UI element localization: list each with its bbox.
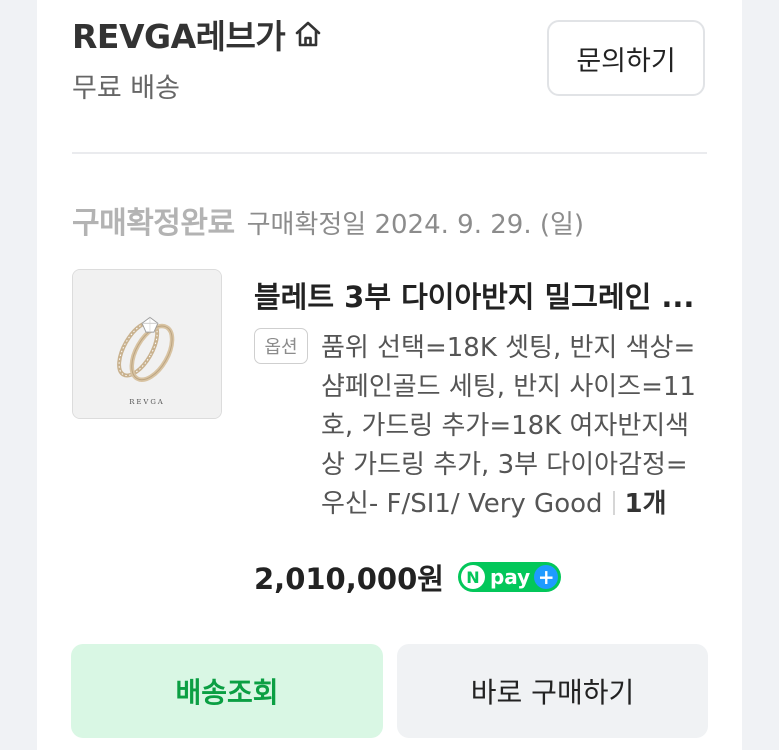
option-line: 샴페인골드 세팅, 반지 사이즈=11 bbox=[321, 372, 696, 402]
thumbnail-logo: REVGA bbox=[129, 398, 165, 406]
divider bbox=[72, 152, 707, 154]
npay-n-icon: N bbox=[460, 565, 485, 589]
buy-again-button[interactable]: 바로 구매하기 bbox=[397, 644, 708, 738]
npay-text: pay bbox=[489, 565, 531, 589]
inquiry-button[interactable]: 문의하기 bbox=[547, 20, 705, 96]
shipping-info: 무료 배송 bbox=[72, 73, 180, 104]
option-line: 상 가드링 추가, 3부 다이아감정= bbox=[321, 450, 688, 480]
order-status-row: 구매확정완료 구매확정일 2024. 9. 29. (일) bbox=[72, 198, 584, 242]
option-line: 품위 선택=18K 셋팅, 반지 색상= bbox=[321, 333, 696, 363]
npay-plus-badge: N pay + bbox=[457, 562, 562, 592]
quantity-separator bbox=[612, 491, 615, 515]
quantity: 1개 bbox=[624, 489, 667, 519]
plus-icon: + bbox=[534, 565, 559, 589]
price-row: 2,010,000원 N pay + bbox=[254, 556, 562, 598]
order-status: 구매확정완료 bbox=[72, 206, 235, 241]
confirm-date: 구매확정일 2024. 9. 29. (일) bbox=[246, 210, 585, 240]
track-delivery-button[interactable]: 배송조회 bbox=[71, 644, 383, 738]
store-header[interactable]: REVGA레브가 bbox=[72, 14, 323, 56]
option-text: 품위 선택=18K 셋팅, 반지 색상= 샴페인골드 세팅, 반지 사이즈=11… bbox=[321, 329, 711, 524]
order-card: REVGA레브가 무료 배송 문의하기 구매확정완료 구매확정일 2024. 9… bbox=[37, 0, 742, 750]
option-badge: 옵션 bbox=[254, 328, 308, 364]
option-line-last: 우신- F/SI1/ Very Good 1개 bbox=[321, 485, 711, 524]
option-line: 우신- F/SI1/ Very Good bbox=[321, 489, 603, 519]
product-title[interactable]: 블레트 3부 다이아반지 밀그레인 ... bbox=[254, 274, 714, 316]
price: 2,010,000원 bbox=[254, 562, 444, 596]
product-thumbnail[interactable]: REVGA bbox=[72, 269, 222, 419]
home-icon[interactable] bbox=[293, 19, 323, 49]
option-line: 호, 가드링 추가=18K 여자반지색 bbox=[321, 411, 690, 441]
store-name[interactable]: REVGA레브가 bbox=[72, 10, 286, 58]
